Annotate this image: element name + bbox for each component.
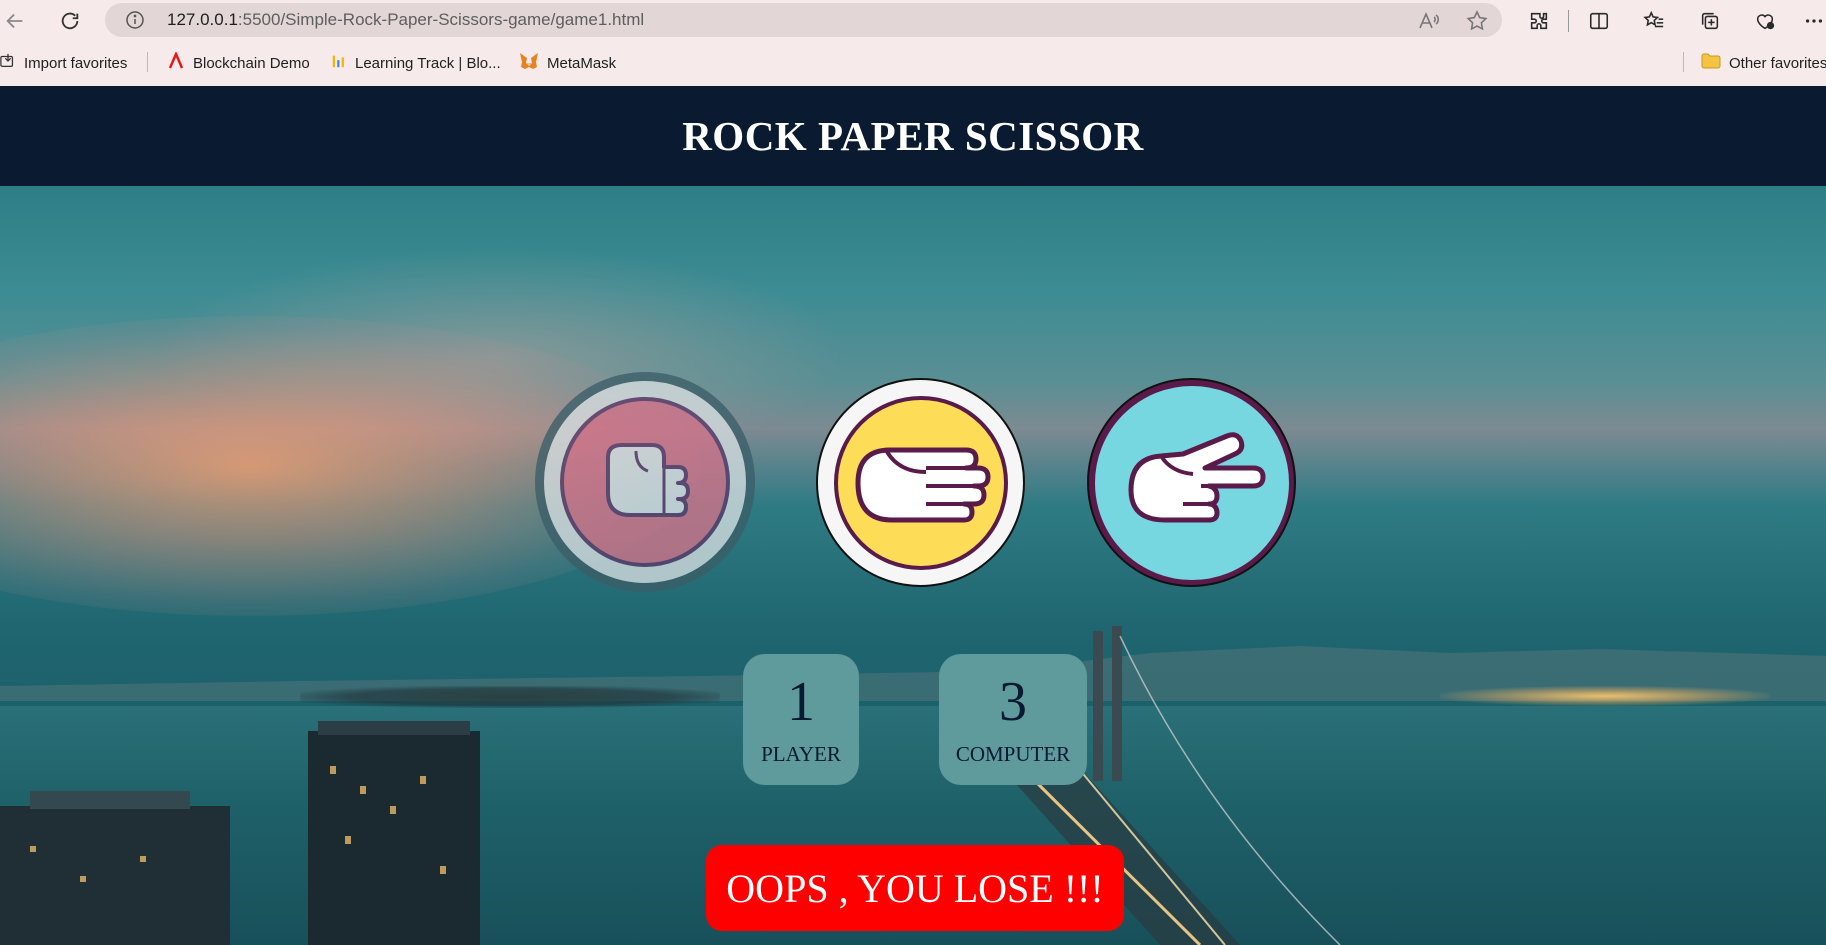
bookmark-divider	[1683, 52, 1684, 72]
import-icon	[0, 53, 16, 73]
rock-choice-button[interactable]	[535, 372, 755, 592]
rock-choice-face	[560, 397, 730, 567]
scissor-choice-button[interactable]	[1087, 378, 1296, 587]
bookmarks-bar: Import favorites Blockchain Demo Learnin…	[0, 48, 1826, 78]
player-label: PLAYER	[761, 742, 841, 766]
folder-icon	[1701, 53, 1721, 73]
computer-score: 3	[999, 671, 1027, 733]
read-aloud-icon[interactable]	[1417, 9, 1441, 33]
site-info-icon[interactable]	[125, 10, 145, 30]
game-page: ROCK PAPER SCISSOR 1 PLAYER 3 COMPUTER O…	[0, 86, 1826, 945]
bookmark-metamask[interactable]: MetaMask	[519, 51, 616, 75]
more-menu-icon[interactable]	[1800, 7, 1826, 35]
extensions-icon[interactable]	[1525, 7, 1553, 35]
browser-toolbar: 127.0.0.1:5500/Simple-Rock-Paper-Scissor…	[0, 0, 1826, 42]
bookmark-blockchain-demo[interactable]: Blockchain Demo	[167, 50, 310, 75]
computer-label: COMPUTER	[955, 742, 1071, 766]
learning-track-icon	[331, 52, 347, 74]
computer-score-card: 3 COMPUTER	[939, 654, 1087, 785]
favorite-star-icon[interactable]	[1465, 9, 1489, 33]
url-host: 127.0.0.1	[167, 10, 238, 29]
collections-icon[interactable]	[1696, 7, 1724, 35]
bookmark-label: Learning Track | Blo...	[355, 54, 501, 72]
back-icon[interactable]	[0, 6, 30, 36]
favorites-list-icon[interactable]	[1640, 7, 1668, 35]
metamask-fox-icon	[519, 52, 539, 74]
bookmark-label: MetaMask	[547, 54, 617, 72]
page-header: ROCK PAPER SCISSOR	[0, 86, 1826, 186]
toolbar-divider	[1568, 10, 1569, 32]
url-text[interactable]: 127.0.0.1:5500/Simple-Rock-Paper-Scissor…	[167, 10, 644, 30]
bookmark-other-favorites[interactable]: Other favorites	[1701, 51, 1826, 75]
browser-essentials-icon[interactable]	[1751, 7, 1779, 35]
url-path: :5500/Simple-Rock-Paper-Scissors-game/ga…	[237, 10, 645, 29]
two-finger-scissor-icon	[1128, 431, 1265, 522]
bookmark-label: Import favorites	[24, 54, 128, 72]
player-score: 1	[787, 671, 815, 733]
bookmark-label: Blockchain Demo	[193, 54, 310, 72]
browser-chrome: 127.0.0.1:5500/Simple-Rock-Paper-Scissor…	[0, 0, 1826, 86]
fist-rock-icon	[606, 443, 690, 517]
address-bar[interactable]: 127.0.0.1:5500/Simple-Rock-Paper-Scissor…	[105, 3, 1502, 37]
player-score-card: 1 PLAYER	[743, 654, 859, 785]
scissor-choice-face	[1091, 382, 1292, 583]
split-screen-icon[interactable]	[1585, 7, 1613, 35]
bookmark-import-favorites[interactable]: Import favorites	[0, 51, 127, 75]
background-photo: 1 PLAYER 3 COMPUTER OOPS , YOU LOSE !!!	[0, 186, 1826, 945]
refresh-icon[interactable]	[55, 6, 85, 36]
blockchain-demo-icon	[167, 50, 185, 74]
bookmark-learning-track[interactable]: Learning Track | Blo...	[331, 51, 501, 75]
bookmark-label: Other favorites	[1729, 54, 1826, 72]
page-title: ROCK PAPER SCISSOR	[682, 113, 1144, 159]
open-hand-paper-icon	[855, 447, 990, 522]
paper-choice-face	[833, 395, 1008, 570]
result-message: OOPS , YOU LOSE !!!	[706, 845, 1124, 931]
bookmark-divider	[147, 52, 148, 72]
paper-choice-button[interactable]	[816, 378, 1025, 587]
